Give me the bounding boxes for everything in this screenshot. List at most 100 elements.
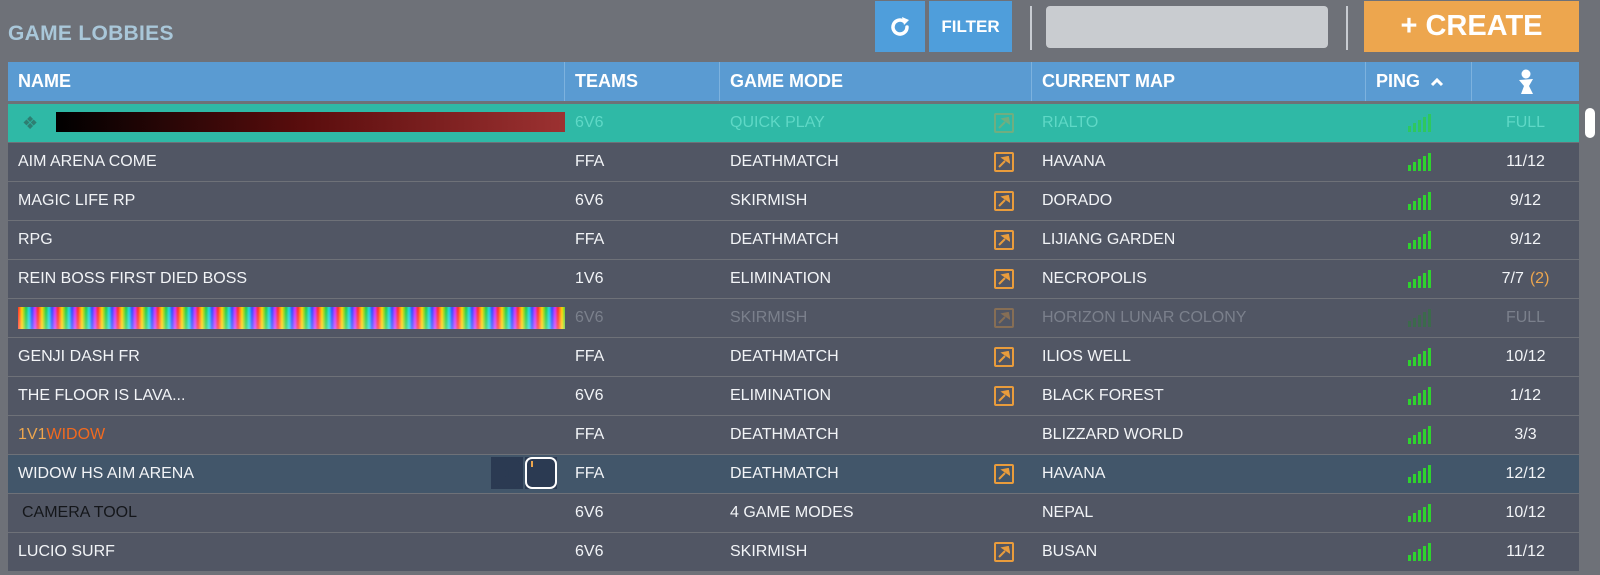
lobby-name: MAGIC LIFE RP — [18, 192, 136, 209]
workshop-icon — [993, 542, 1014, 562]
lobby-name: GENJI DASH FR — [18, 348, 140, 365]
lobby-mode: ELIMINATION — [730, 270, 832, 287]
lobby-table: NAME TEAMS GAME MODE CURRENT MAP PING ❖ … — [8, 62, 1579, 572]
lobby-players: FULL — [1505, 114, 1546, 131]
ping-icon — [1366, 377, 1472, 415]
lobby-teams: 6V6 — [575, 309, 604, 326]
table-row[interactable]: THE FLOOR IS LAVA... 6V6 ELIMINATION BLA… — [8, 377, 1579, 415]
lobby-mode: DEATHMATCH — [730, 231, 839, 248]
lobby-players: FULL — [1505, 309, 1546, 326]
lobby-mode: SKIRMISH — [730, 309, 808, 326]
mode-icon-cell — [975, 299, 1032, 337]
workshop-icon — [993, 113, 1014, 133]
lobby-mode: SKIRMISH — [730, 543, 808, 560]
lobby-name-part: 1V1 — [18, 426, 47, 443]
player-icon — [1518, 69, 1533, 94]
chevron-up-icon — [1430, 77, 1444, 86]
lobby-players: 10/12 — [1505, 504, 1546, 521]
lobby-mode: 4 GAME MODES — [730, 504, 854, 521]
mode-icon-cell — [975, 182, 1032, 220]
lobby-map: BLIZZARD WORLD — [1042, 426, 1184, 443]
table-row[interactable]: MAGIC LIFE RP 6V6 SKIRMISH DORADO 9/12 — [8, 182, 1579, 220]
table-row[interactable]: RPG FFA DEATHMATCH LIJIANG GARDEN 9/12 — [8, 221, 1579, 259]
lobby-players: 11/12 — [1506, 153, 1545, 170]
table-row[interactable]: … 6V6 SKIRMISH HORIZON LUNAR COLONY FULL — [8, 299, 1579, 337]
lobby-map: NECROPOLIS — [1042, 270, 1147, 287]
ping-icon — [1366, 494, 1472, 532]
lobby-map: HORIZON LUNAR COLONY — [1042, 309, 1247, 326]
ping-icon — [1366, 221, 1472, 259]
scrollbar[interactable] — [1583, 100, 1597, 570]
column-header-players[interactable] — [1472, 62, 1579, 101]
lobby-name-part: WIDOW — [46, 426, 106, 443]
ping-icon — [1366, 416, 1472, 454]
lobby-name: … — [8, 299, 565, 337]
lobby-teams: FFA — [575, 153, 605, 170]
column-header-map[interactable]: CURRENT MAP — [1032, 62, 1366, 101]
lobby-mode: DEATHMATCH — [730, 153, 839, 170]
table-row[interactable]: REIN BOSS FIRST DIED BOSS 1V6 ELIMINATIO… — [8, 260, 1579, 298]
workshop-icon — [993, 269, 1014, 289]
divider — [1346, 6, 1348, 50]
info-icon: i — [491, 457, 523, 489]
lobby-players: 12/12 — [1505, 465, 1546, 482]
column-header-mode[interactable]: GAME MODE — [720, 62, 1032, 101]
mode-icon-cell — [975, 494, 1032, 532]
lobby-mode: DEATHMATCH — [730, 426, 839, 443]
rainbow-name-graphic — [18, 307, 565, 329]
table-row[interactable]: 1V1 WIDOW FFA DEATHMATCH BLIZZARD WORLD 3… — [8, 416, 1579, 454]
lobby-mode: DEATHMATCH — [730, 465, 839, 482]
lobby-map: HAVANA — [1042, 153, 1106, 170]
lobby-teams: 6V6 — [575, 114, 604, 131]
lobby-players: 10/12 — [1505, 348, 1546, 365]
mode-icon-cell — [975, 455, 1032, 493]
lobby-name: ❖ — [8, 104, 565, 142]
table-row[interactable]: ❖ 6V6 QUICK PLAY RIALTO FULL — [8, 104, 1579, 142]
lobby-teams: 6V6 — [575, 192, 604, 209]
lobby-map: BUSAN — [1042, 543, 1098, 560]
gradient-name-graphic — [56, 112, 565, 132]
divider — [1030, 6, 1032, 50]
table-row[interactable]: GENJI DASH FR FFA DEATHMATCH ILIOS WELL … — [8, 338, 1579, 376]
lobby-teams: FFA — [575, 348, 605, 365]
ping-icon — [1366, 260, 1472, 298]
lobby-mode: ELIMINATION — [730, 387, 832, 404]
lobby-name: THE FLOOR IS LAVA... — [18, 387, 186, 404]
search-input[interactable] — [1046, 6, 1328, 48]
column-header-name[interactable]: NAME — [8, 62, 565, 101]
lobby-name: WIDOW HS AIM ARENA i — [8, 455, 565, 493]
table-row[interactable]: CAMERA TOOL 6V6 4 GAME MODES NEPAL 10/12 — [8, 494, 1579, 532]
create-button[interactable]: + CREATE — [1364, 1, 1579, 52]
lobby-teams: 6V6 — [575, 387, 604, 404]
column-header-ping[interactable]: PING — [1366, 62, 1472, 101]
mode-icon-cell — [975, 143, 1032, 181]
filter-button[interactable]: FILTER — [929, 1, 1012, 52]
ping-icon — [1366, 182, 1472, 220]
lobby-players: 3/3 — [1514, 426, 1537, 443]
table-row[interactable]: LUCIO SURF 6V6 SKIRMISH BUSAN 11/12 — [8, 533, 1579, 571]
column-header-teams[interactable]: TEAMS — [565, 62, 720, 101]
ping-icon — [1366, 143, 1472, 181]
table-row[interactable]: WIDOW HS AIM ARENA i FFA DEATHMATCH HAVA… — [8, 455, 1579, 493]
lobby-teams: FFA — [575, 231, 605, 248]
lobby-mode: SKIRMISH — [730, 192, 808, 209]
lobby-map: HAVANA — [1042, 465, 1106, 482]
refresh-button[interactable] — [875, 1, 925, 52]
workshop-icon — [993, 230, 1014, 250]
lobby-players: 9/12 — [1509, 231, 1542, 248]
lobby-map: BLACK FOREST — [1042, 387, 1164, 404]
lobby-map: RIALTO — [1042, 114, 1099, 131]
controls-button[interactable] — [525, 457, 557, 489]
ping-icon — [1366, 455, 1472, 493]
table-row[interactable]: AIM ARENA COME FFA DEATHMATCH HAVANA 11/… — [8, 143, 1579, 181]
mode-icon-cell — [975, 221, 1032, 259]
lobby-name: REIN BOSS FIRST DIED BOSS — [18, 270, 248, 287]
workshop-icon — [993, 386, 1014, 406]
ping-icon — [1366, 104, 1472, 142]
workshop-icon — [993, 464, 1014, 484]
scrollbar-thumb[interactable] — [1585, 108, 1595, 138]
lobby-name: 1V1 WIDOW — [8, 416, 565, 454]
info-button[interactable]: i — [491, 457, 523, 489]
lobby-name: RPG — [18, 231, 53, 248]
lobby-name-text: WIDOW HS AIM ARENA — [18, 465, 195, 482]
